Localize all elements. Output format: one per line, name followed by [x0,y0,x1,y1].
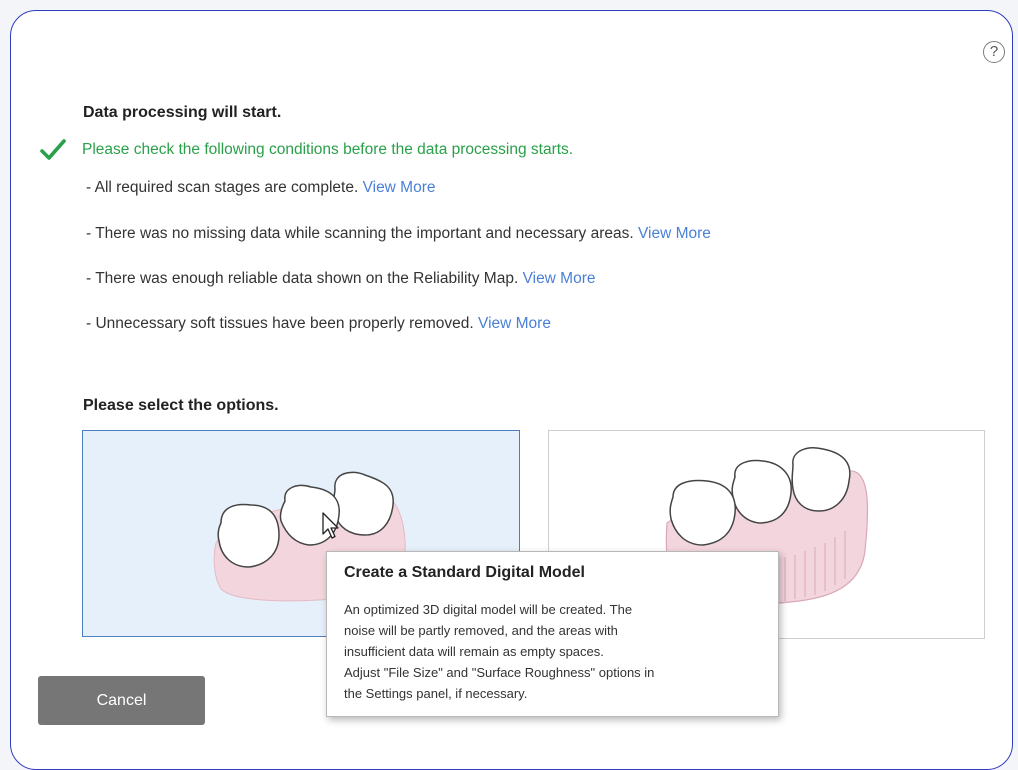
cancel-button[interactable]: Cancel [38,676,205,725]
condition-item: - There was enough reliable data shown o… [86,270,596,288]
view-more-link[interactable]: View More [523,270,596,287]
tooltip-line: An optimized 3D digital model will be cr… [344,602,633,617]
tooltip-description: An optimized 3D digital model will be cr… [344,599,762,704]
tooltip-line: noise will be partly removed, and the ar… [344,623,618,638]
check-message-row: Please check the following conditions be… [40,138,573,162]
option-tooltip: Create a Standard Digital Model An optim… [326,551,779,717]
condition-text: - There was enough reliable data shown o… [86,270,519,287]
condition-text: - There was no missing data while scanni… [86,225,634,242]
dialog-title: Data processing will start. [83,104,282,121]
check-message: Please check the following conditions be… [82,141,574,158]
checkmark-icon [40,139,66,160]
condition-text: - Unnecessary soft tissues have been pro… [86,315,474,332]
view-more-link[interactable]: View More [363,179,436,196]
tooltip-line: insufficient data will remain as empty s… [344,644,604,659]
tooltip-title: Create a Standard Digital Model [344,564,585,581]
view-more-link[interactable]: View More [638,225,711,242]
condition-item: - There was no missing data while scanni… [86,225,711,243]
options-heading: Please select the options. [83,397,279,414]
condition-item: - Unnecessary soft tissues have been pro… [86,315,551,333]
tooltip-line: Adjust "File Size" and "Surface Roughnes… [344,665,655,680]
view-more-link[interactable]: View More [478,315,551,332]
condition-text: - All required scan stages are complete. [86,179,359,196]
condition-item: - All required scan stages are complete.… [86,179,436,197]
mouse-cursor-icon [322,512,339,539]
help-icon[interactable]: ? [983,41,1005,63]
tooltip-line: the Settings panel, if necessary. [344,686,528,701]
